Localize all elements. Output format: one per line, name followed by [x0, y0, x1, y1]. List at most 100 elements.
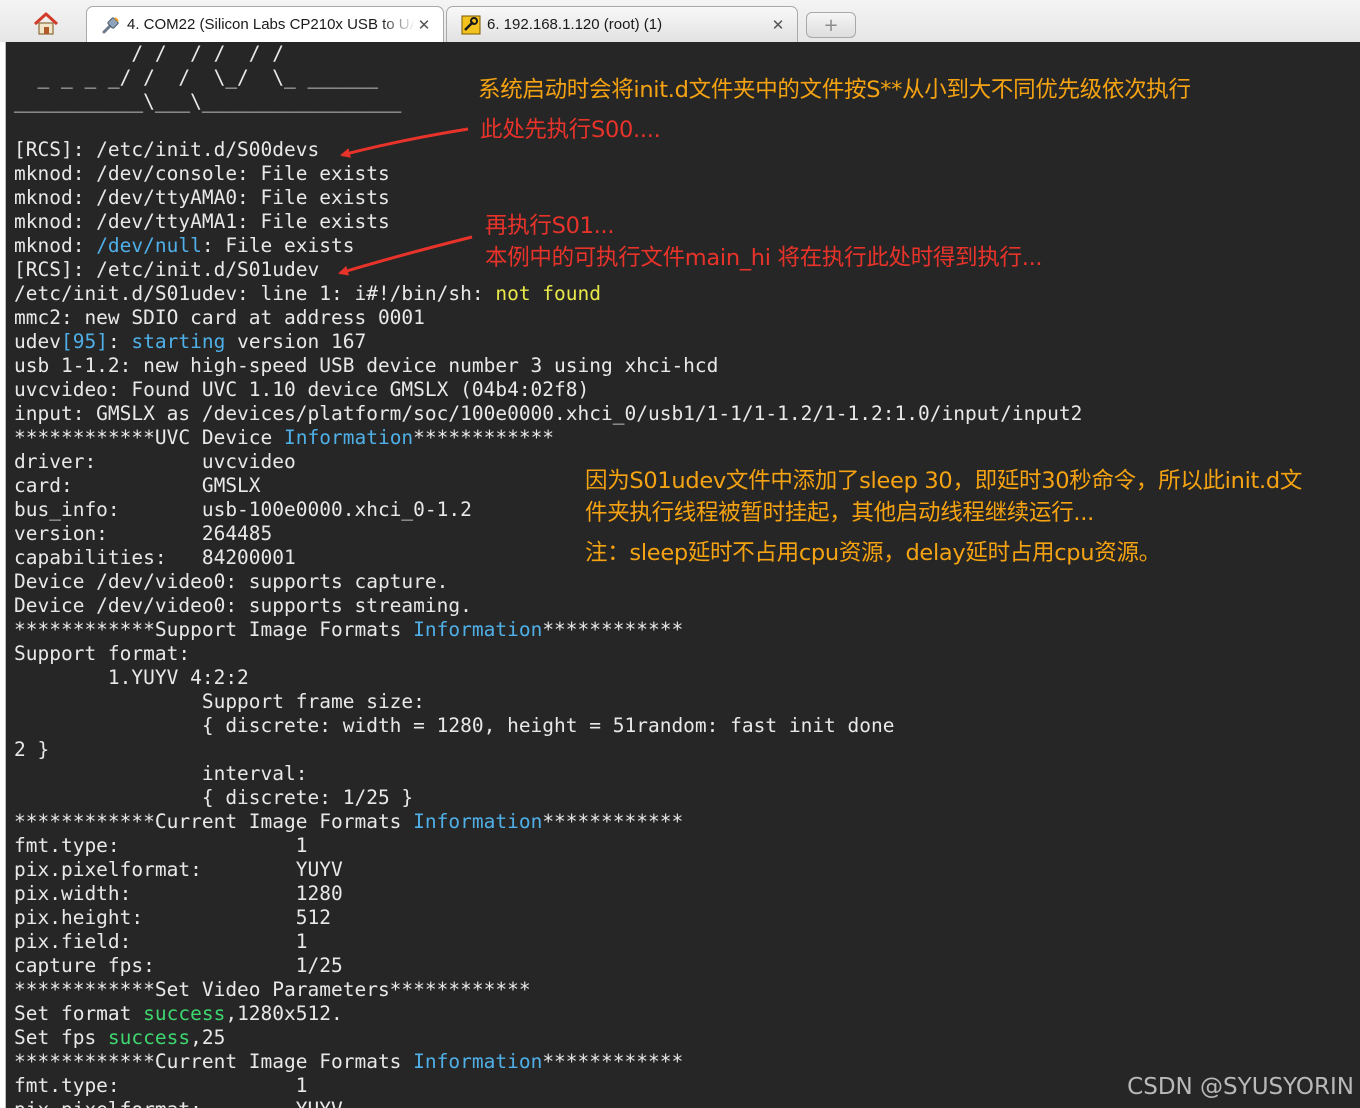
- annotation-s01-then: 再执行S01...: [485, 213, 615, 239]
- close-tab-icon[interactable]: ✕: [415, 16, 433, 34]
- terminal-line: pix.pixelformat: YUYV: [14, 858, 1082, 882]
- highlighted-text: Information: [413, 618, 543, 641]
- annotation-sleep-note: 注：sleep延时不占用cpu资源，delay延时占用cpu资源。: [585, 540, 1161, 566]
- terminal-text: driver: uvcvideo: [14, 450, 296, 473]
- terminal-text: capabilities: 84200001: [14, 546, 296, 569]
- tab-label: 4. COM22 (Silicon Labs CP210x USB to UAR…: [127, 16, 415, 33]
- terminal-text: pix.width: 1280: [14, 882, 343, 905]
- terminal-line: 2 }: [14, 738, 1082, 762]
- terminal-text: version: 264485: [14, 522, 273, 545]
- terminal-text: Set fps: [14, 1026, 108, 1049]
- terminal-line: fmt.type: 1: [14, 1074, 1082, 1098]
- terminal-line: interval:: [14, 762, 1082, 786]
- highlighted-text: Information: [413, 810, 543, 833]
- terminal-text: Set format: [14, 1002, 144, 1025]
- tab-ssh-192-168-1-120[interactable]: 6. 192.168.1.120 (root) (1) ✕: [446, 6, 798, 42]
- serial-port-icon: [102, 16, 119, 33]
- terminal-line: ************Set Video Parameters********…: [14, 978, 1082, 1002]
- terminal-line: pix.height: 512: [14, 906, 1082, 930]
- terminal-text: uvcvideo: Found UVC 1.10 device GMSLX (0…: [14, 378, 590, 401]
- terminal-line: mknod: /dev/console: File exists: [14, 162, 1082, 186]
- terminal-text: fmt.type: 1: [14, 1074, 308, 1097]
- terminal-text: ************Current Image Formats: [14, 1050, 414, 1073]
- terminal-line: Device /dev/video0: supports streaming.: [14, 594, 1082, 618]
- terminal-line: Set format success,1280x512.: [14, 1002, 1082, 1026]
- terminal-text: mknod: /dev/console: File exists: [14, 162, 390, 185]
- annotation-main-hi: 本例中的可执行文件main_hi 将在执行此处时得到执行...: [485, 245, 1043, 271]
- terminal-line: ************Current Image Formats Inform…: [14, 810, 1082, 834]
- terminal-text: / / / / / /: [14, 42, 285, 65]
- terminal-line: mknod: /dev/ttyAMA0: File exists: [14, 186, 1082, 210]
- terminal-text: pix.field: 1: [14, 930, 308, 953]
- terminal-output[interactable]: / / / / / / _ _ _ _/ / / \_/ \_ ______ __…: [6, 42, 1360, 1108]
- terminal-text: ,1280x512.: [225, 1002, 343, 1025]
- terminal-text: Support frame size:: [14, 690, 425, 713]
- terminal-text: /etc/init.d/S01udev: line 1: i#!/bin/sh:: [14, 282, 496, 305]
- highlighted-text: Information: [284, 426, 414, 449]
- terminal-text: [RCS]: /etc/init.d/S01udev: [14, 258, 320, 281]
- terminal-text: ************UVC Device: [14, 426, 285, 449]
- terminal-line: Support frame size:: [14, 690, 1082, 714]
- terminal-text: version 167: [225, 330, 367, 353]
- terminal-line: ************Support Image Formats Inform…: [14, 618, 1082, 642]
- terminal-text: mknod: /dev/ttyAMA0: File exists: [14, 186, 390, 209]
- terminal-text: Support format:: [14, 642, 191, 665]
- terminal-text: { discrete: width = 1280, height = 51ran…: [14, 714, 895, 737]
- terminal-text: 2 }: [14, 738, 50, 761]
- terminal-line: Device /dev/video0: supports capture.: [14, 570, 1082, 594]
- highlighted-text: [95]: [60, 330, 108, 353]
- terminal-line: fmt.type: 1: [14, 834, 1082, 858]
- terminal-line: 1.YUYV 4:2:2: [14, 666, 1082, 690]
- terminal-text: input: GMSLX as /devices/platform/soc/10…: [14, 402, 1083, 425]
- terminal-text: interval:: [14, 762, 308, 785]
- annotation-s00-first: 此处先执行S00....: [480, 117, 661, 143]
- terminal-text: ************: [542, 810, 684, 833]
- highlighted-text: starting: [131, 330, 226, 353]
- terminal-line: Set fps success,25: [14, 1026, 1082, 1050]
- terminal-text: :: [107, 330, 132, 353]
- terminal-line: { discrete: width = 1280, height = 51ran…: [14, 714, 1082, 738]
- terminal-text: { discrete: 1/25 }: [14, 786, 414, 809]
- highlighted-text: success: [107, 1026, 191, 1049]
- terminal-line: mmc2: new SDIO card at address 0001: [14, 306, 1082, 330]
- terminal-text: fmt.type: 1: [14, 834, 308, 857]
- new-tab-button[interactable]: +: [806, 12, 856, 38]
- terminal-text: ************Set Video Parameters********…: [14, 978, 531, 1001]
- terminal-line: { discrete: 1/25 }: [14, 786, 1082, 810]
- highlighted-text: success: [143, 1002, 226, 1025]
- terminal-text: mmc2: new SDIO card at address 0001: [14, 306, 425, 329]
- terminal-text: ************Support Image Formats: [14, 618, 414, 641]
- terminal-text: ,25: [190, 1026, 226, 1049]
- tab-bar: 4. COM22 (Silicon Labs CP210x USB to UAR…: [0, 0, 1360, 43]
- plus-icon: +: [823, 14, 839, 36]
- terminal-lines: / / / / / / _ _ _ _/ / / \_/ \_ ______ __…: [14, 42, 1082, 1108]
- terminal-text: : File exists: [201, 234, 355, 257]
- tab-com22[interactable]: 4. COM22 (Silicon Labs CP210x USB to UAR…: [86, 6, 444, 42]
- terminal-line: /etc/init.d/S01udev: line 1: i#!/bin/sh:…: [14, 282, 1082, 306]
- home-icon: [33, 12, 59, 35]
- highlighted-text: not found: [495, 282, 602, 305]
- terminal-text: mknod:: [14, 234, 97, 257]
- terminal-text: card: GMSLX: [14, 474, 261, 497]
- terminal-text: ************: [542, 1050, 684, 1073]
- ssh-key-icon: [461, 15, 481, 34]
- terminal-line: ************UVC Device Information******…: [14, 426, 1082, 450]
- terminal-line: pix.pixelformat: YUYV: [14, 1098, 1082, 1108]
- terminal-line: Support format:: [14, 642, 1082, 666]
- tab-label: 6. 192.168.1.120 (root) (1): [487, 16, 663, 33]
- terminal-line: capture fps: 1/25: [14, 954, 1082, 978]
- close-tab-icon[interactable]: ✕: [769, 16, 787, 34]
- annotation-sleep-line1: 因为S01udev文件中添加了sleep 30，即延时30秒命令，所以此init…: [585, 468, 1303, 494]
- terminal-text: [RCS]: /etc/init.d/S00devs: [14, 138, 320, 161]
- home-button[interactable]: [22, 8, 70, 40]
- terminal-line: ************Current Image Formats Inform…: [14, 1050, 1082, 1074]
- terminal-text: usb 1-1.2: new high-speed USB device num…: [14, 354, 719, 377]
- terminal-text: mknod: /dev/ttyAMA1: File exists: [14, 210, 390, 233]
- terminal-text: ___________\___\_________________: [14, 90, 402, 113]
- terminal-text: ************: [542, 618, 684, 641]
- csdn-watermark: CSDN @SYUSYORIN: [1127, 1074, 1354, 1100]
- annotation-boot-order: 系统启动时会将init.d文件夹中的文件按S**从小到大不同优先级依次执行: [478, 77, 1191, 103]
- terminal-text: ************Current Image Formats: [14, 810, 414, 833]
- terminal-text: ************: [413, 426, 555, 449]
- highlighted-text: Information: [413, 1050, 543, 1073]
